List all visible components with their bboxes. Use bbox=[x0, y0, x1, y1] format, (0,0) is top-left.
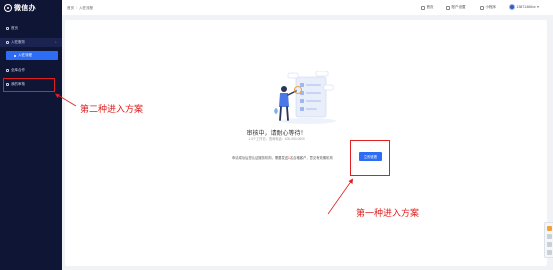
back-to-top-icon[interactable] bbox=[547, 250, 552, 255]
qrcode-icon[interactable] bbox=[547, 242, 552, 247]
annotation-arrow-first bbox=[327, 179, 353, 215]
annotation-second-scheme: 第二种进入方案 bbox=[80, 104, 144, 114]
feedback-icon[interactable] bbox=[547, 234, 552, 239]
floating-toolbar[interactable] bbox=[544, 222, 553, 258]
annotation-first-scheme: 第一种进入方案 bbox=[356, 208, 420, 218]
annotation-arrows bbox=[55, 93, 353, 215]
service-icon[interactable] bbox=[547, 226, 552, 231]
